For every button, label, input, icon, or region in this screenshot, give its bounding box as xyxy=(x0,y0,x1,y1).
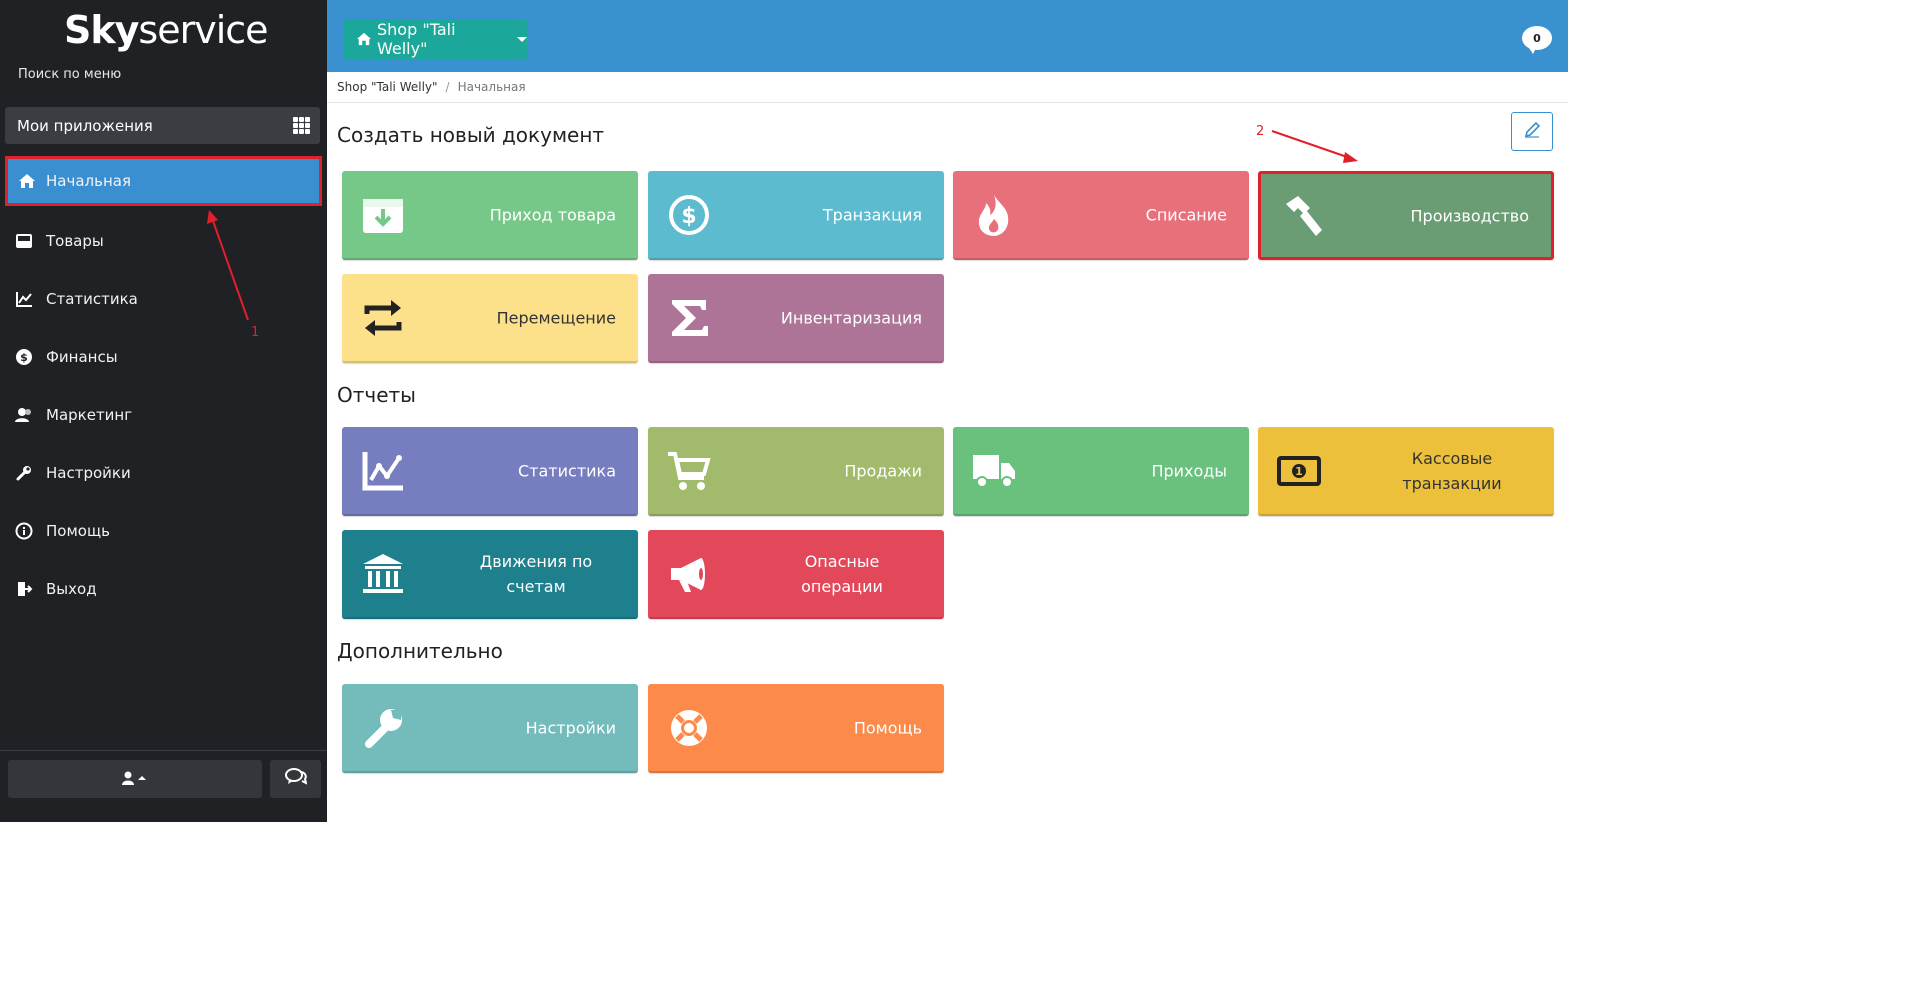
annotation-arrow-2 xyxy=(1271,130,1351,159)
annotation-arrows xyxy=(207,130,1358,321)
annotation-arrowhead-1 xyxy=(207,210,218,224)
annotation-label-1: 1 xyxy=(251,325,260,340)
annotation-arrow-1 xyxy=(211,217,249,321)
annotation-arrowhead-2 xyxy=(1343,152,1358,163)
annotation-label-2: 2 xyxy=(1256,124,1265,139)
